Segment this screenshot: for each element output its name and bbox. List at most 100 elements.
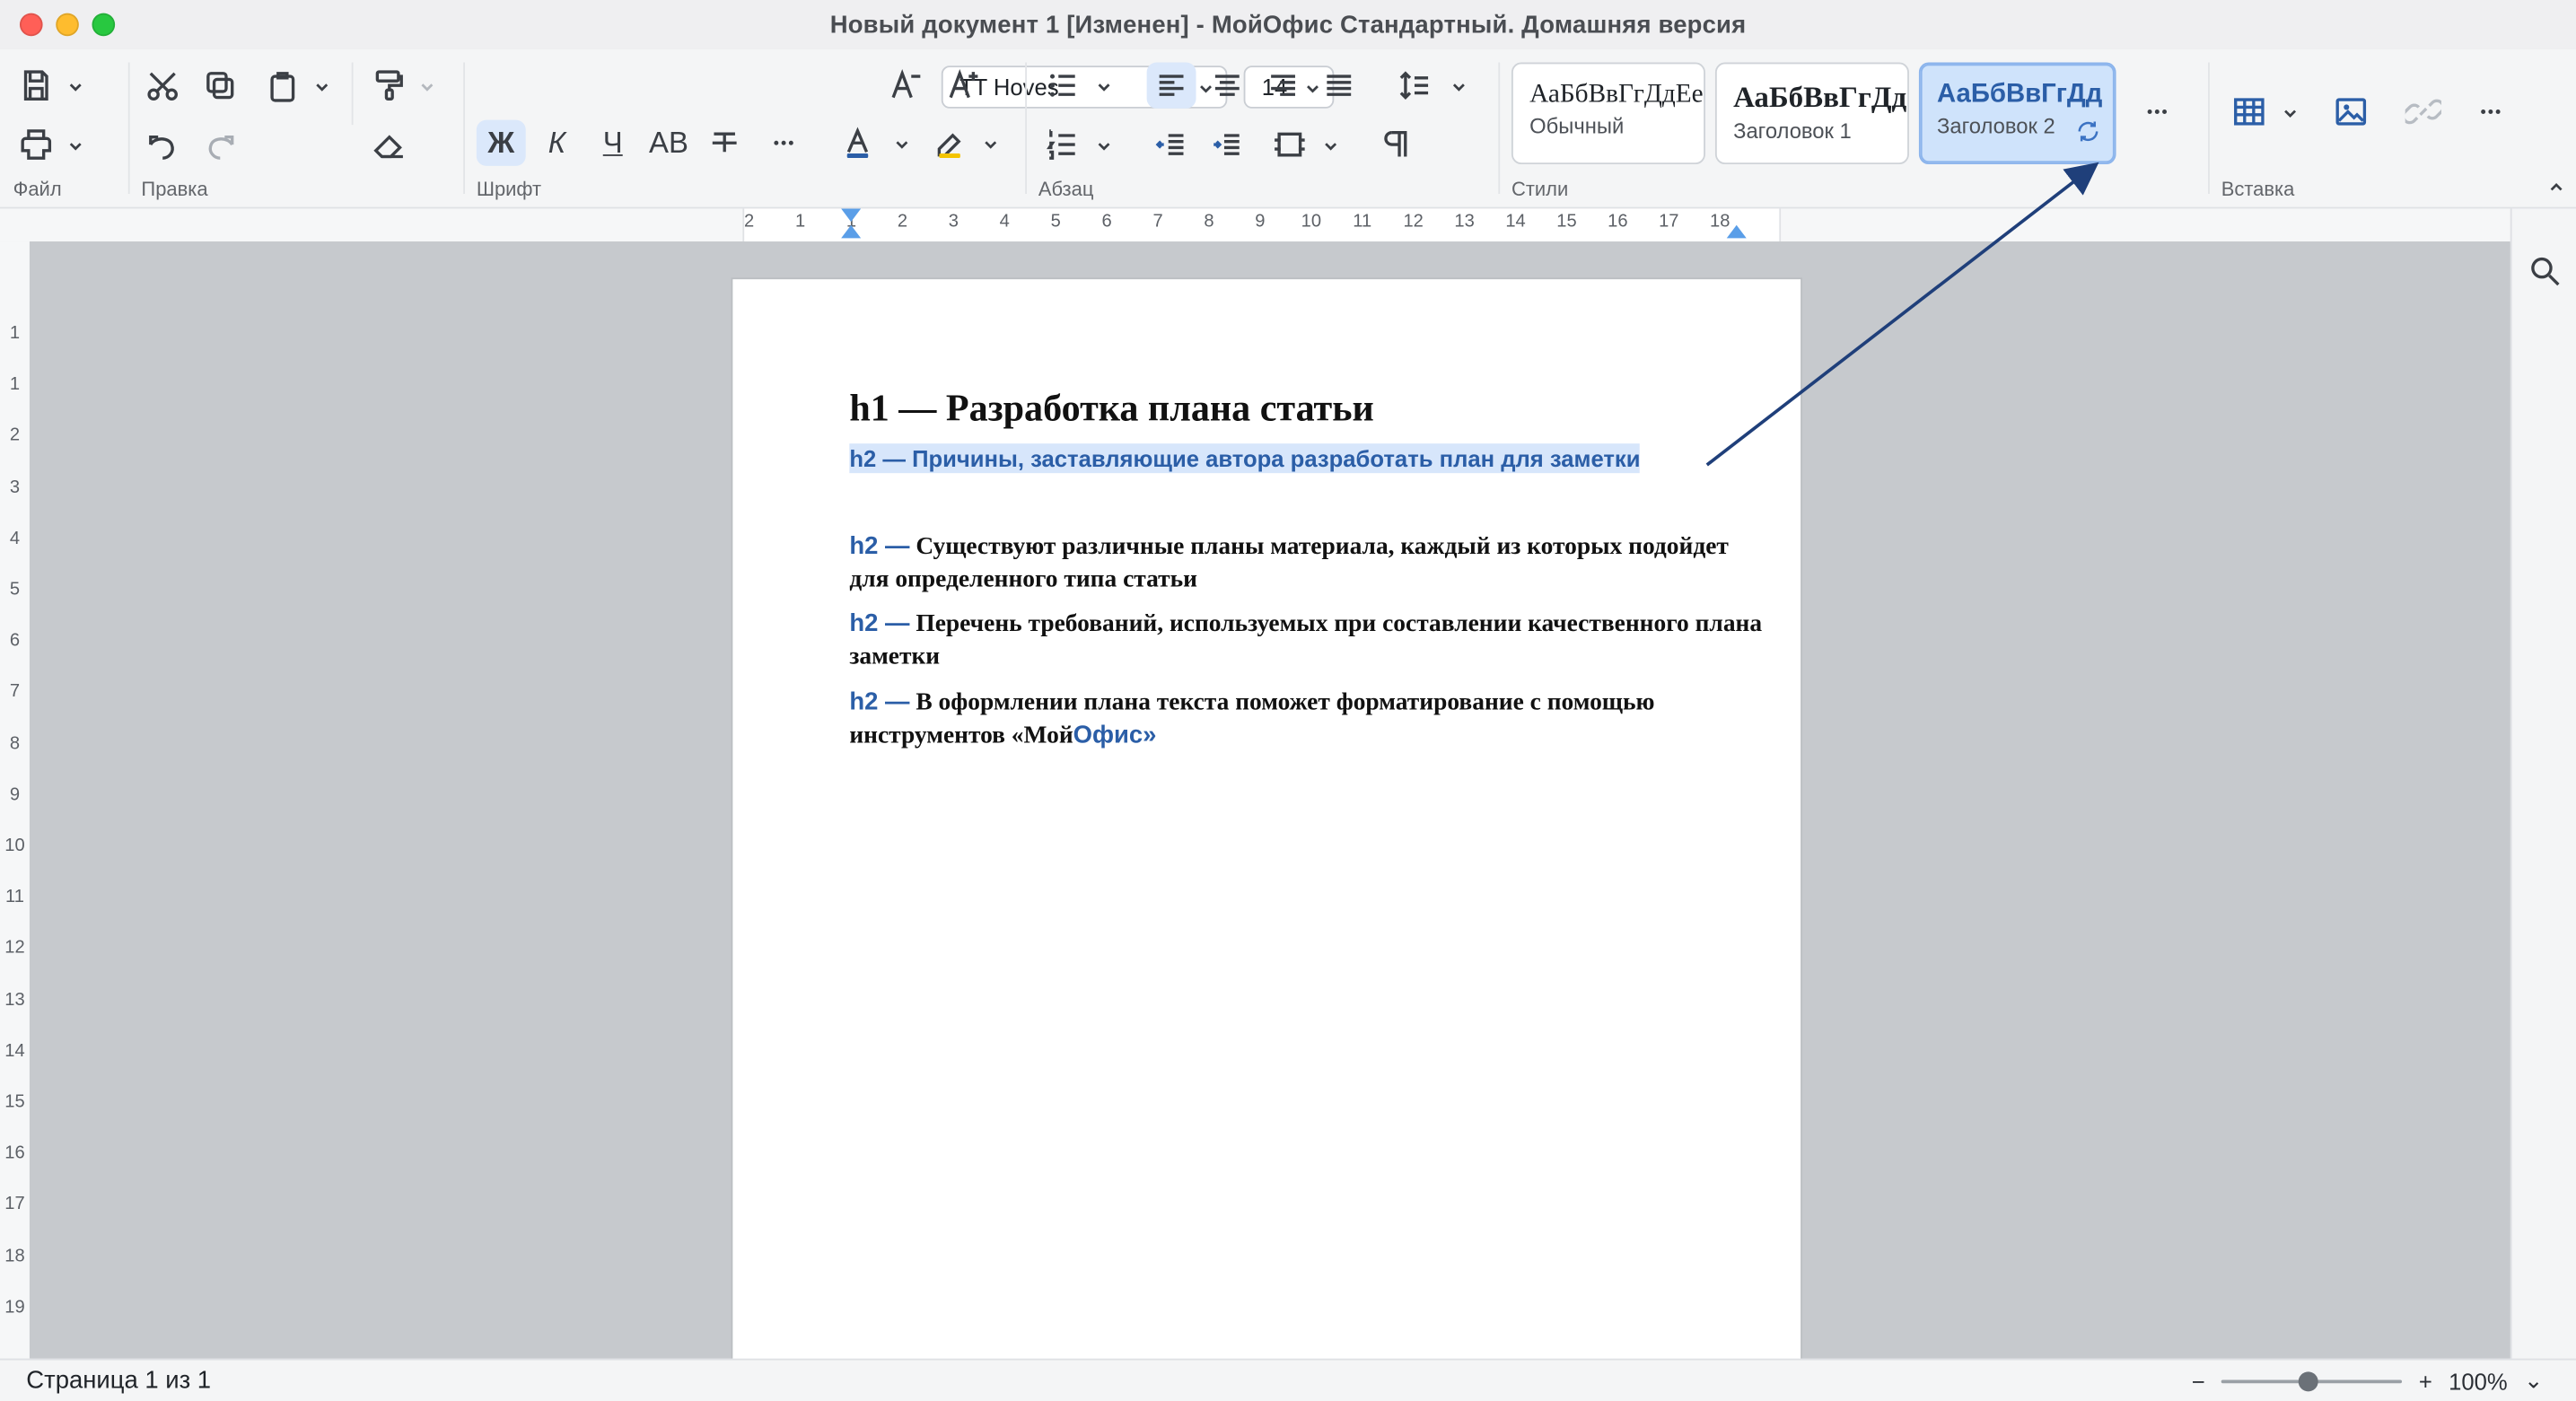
align-right-icon [1271, 74, 1295, 96]
table-icon [2234, 98, 2265, 126]
close-window-button[interactable] [19, 13, 43, 37]
doc-paragraph[interactable]: h2 — Перечень требований, используемых п… [849, 608, 1769, 673]
ruler-tick-label: 9 [1255, 212, 1266, 232]
insert-image-button[interactable] [2326, 89, 2376, 135]
more-icon [2481, 109, 2501, 114]
numbered-list-icon [1047, 129, 1075, 160]
copy-button[interactable] [196, 63, 245, 109]
highlight-button[interactable] [926, 120, 976, 166]
paragraph-tag: h2 — [849, 609, 910, 638]
print-button[interactable] [12, 121, 61, 167]
more-insert-button[interactable] [2466, 89, 2515, 135]
chevron-down-icon[interactable] [1321, 136, 1341, 156]
ruler-tick-label: 14 [1505, 212, 1526, 232]
chevron-down-icon[interactable] [66, 77, 85, 97]
zoom-dropdown-icon[interactable]: ⌄ [2524, 1367, 2543, 1395]
doc-heading-2-selected[interactable]: h2 — Причины, заставляющие автора разраб… [849, 443, 1641, 474]
bold-button[interactable]: Ж [476, 119, 526, 166]
vertical-ruler-tick-label: 12 [4, 938, 25, 959]
text-color-button[interactable] [833, 120, 882, 166]
cut-button[interactable] [138, 63, 188, 109]
italic-button[interactable]: К [532, 120, 582, 166]
chevron-down-icon[interactable] [1094, 77, 1114, 97]
horizontal-ruler[interactable]: 2 1 1 2 3 4 5 6 7 8 9 10 11 12 13 14 15 16 17 18 [0, 208, 2510, 243]
zoom-in-icon[interactable]: + [2419, 1368, 2432, 1394]
group-paragraph: Абзац [1025, 49, 1498, 207]
clear-format-button[interactable] [364, 121, 414, 167]
zoom-slider-knob[interactable] [2299, 1370, 2319, 1391]
save-button[interactable] [12, 63, 61, 109]
zoom-out-icon[interactable]: − [2192, 1368, 2205, 1394]
page-counter: Страница 1 из 1 [26, 1366, 212, 1396]
group-caption-paragraph: Абзац [1038, 177, 1094, 201]
doc-paragraph[interactable]: h2 — Существуют различные планы материал… [849, 530, 1769, 596]
bullet-list-button[interactable] [1038, 63, 1088, 109]
style-name: Заголовок 2 [1937, 113, 2055, 138]
group-file: Файл [0, 49, 128, 207]
align-justify-button[interactable] [1314, 63, 1363, 109]
ruler-tick-label: 1 [794, 212, 806, 232]
vertical-ruler-tick-label: 8 [9, 733, 21, 754]
chevron-down-icon[interactable] [417, 77, 437, 97]
chevron-down-icon[interactable] [312, 77, 332, 97]
insert-link-button[interactable] [2398, 89, 2448, 135]
collapse-ribbon-icon[interactable] [2546, 178, 2566, 197]
left-indent-marker[interactable] [841, 208, 862, 223]
more-font-options-button[interactable] [759, 120, 809, 166]
align-right-button[interactable] [1258, 63, 1308, 109]
chevron-down-icon[interactable] [66, 136, 85, 156]
vertical-ruler-tick-label: 17 [4, 1195, 25, 1215]
indent-icon [1214, 134, 1240, 155]
increase-font-button[interactable] [938, 63, 987, 109]
insert-table-button[interactable] [2224, 89, 2274, 135]
align-center-button[interactable] [1203, 63, 1252, 109]
minimize-window-button[interactable] [56, 13, 79, 37]
window-controls [19, 13, 116, 37]
title-bar: Новый документ 1 [Изменен] - МойОфис Ста… [0, 0, 2576, 51]
paragraph-text: В оформлении плана текста поможет формат… [849, 689, 1655, 749]
line-spacing-button[interactable] [1390, 63, 1440, 109]
zoom-slider[interactable] [2221, 1370, 2403, 1391]
text-color-icon [846, 127, 869, 159]
indent-button[interactable] [1203, 121, 1252, 167]
doc-heading-1[interactable]: h1 — Разработка плана статьи [849, 388, 1373, 431]
right-indent-marker[interactable] [1726, 224, 1747, 239]
ruler-tick-label: 17 [1659, 212, 1679, 232]
chevron-down-icon[interactable] [892, 135, 912, 154]
strikethrough-button[interactable] [700, 120, 749, 166]
decrease-font-button[interactable] [881, 63, 930, 109]
underline-button[interactable]: Ч [588, 120, 637, 166]
search-button[interactable] [2520, 248, 2570, 293]
numbered-list-button[interactable] [1038, 121, 1088, 167]
outdent-button[interactable] [1147, 121, 1196, 167]
style-normal[interactable]: АаБбВвГгДдЕе Обычный [1511, 62, 1705, 165]
show-formatting-marks-button[interactable] [1371, 121, 1420, 167]
document-canvas: h1 — Разработка плана статьи h2 — Причин… [29, 241, 2510, 1364]
document-page[interactable]: h1 — Разработка плана статьи h2 — Причин… [732, 279, 1801, 1364]
style-heading-1[interactable]: АаБбВвГгДд Заголовок 1 [1714, 62, 1909, 165]
style-heading-2[interactable]: АаБбВвГгДд Заголовок 2 [1918, 62, 2116, 165]
format-painter-button[interactable] [364, 63, 414, 109]
undo-button[interactable] [138, 121, 188, 167]
chevron-down-icon[interactable] [1449, 77, 1468, 97]
chevron-down-icon[interactable] [981, 135, 1001, 154]
group-styles: АаБбВвГгДдЕе Обычный АаБбВвГгДд Заголово… [1498, 49, 2208, 207]
link-icon [2405, 99, 2441, 125]
more-styles-button[interactable] [2133, 89, 2182, 135]
zoom-window-button[interactable] [92, 13, 116, 37]
caps-button[interactable]: AB [644, 120, 694, 166]
update-style-icon[interactable] [2075, 118, 2101, 153]
chevron-down-icon[interactable] [2281, 103, 2300, 123]
vertical-ruler: 1 1 2 3 4 5 6 7 8 9 10 11 12 13 14 15 16 17 18 19 [0, 241, 31, 1359]
align-left-button[interactable] [1146, 62, 1196, 109]
copy-icon [206, 72, 234, 100]
chevron-down-icon[interactable] [1094, 136, 1114, 156]
hanging-indent-marker[interactable] [841, 224, 862, 239]
redo-button[interactable] [196, 121, 245, 167]
paste-button[interactable] [258, 63, 307, 109]
more-icon [2147, 109, 2168, 114]
borders-button[interactable] [1265, 121, 1314, 167]
clipboard-icon [270, 72, 295, 102]
zoom-value: 100% [2449, 1367, 2508, 1395]
doc-paragraph[interactable]: h2 — В оформлении плана текста поможет ф… [849, 687, 1769, 752]
